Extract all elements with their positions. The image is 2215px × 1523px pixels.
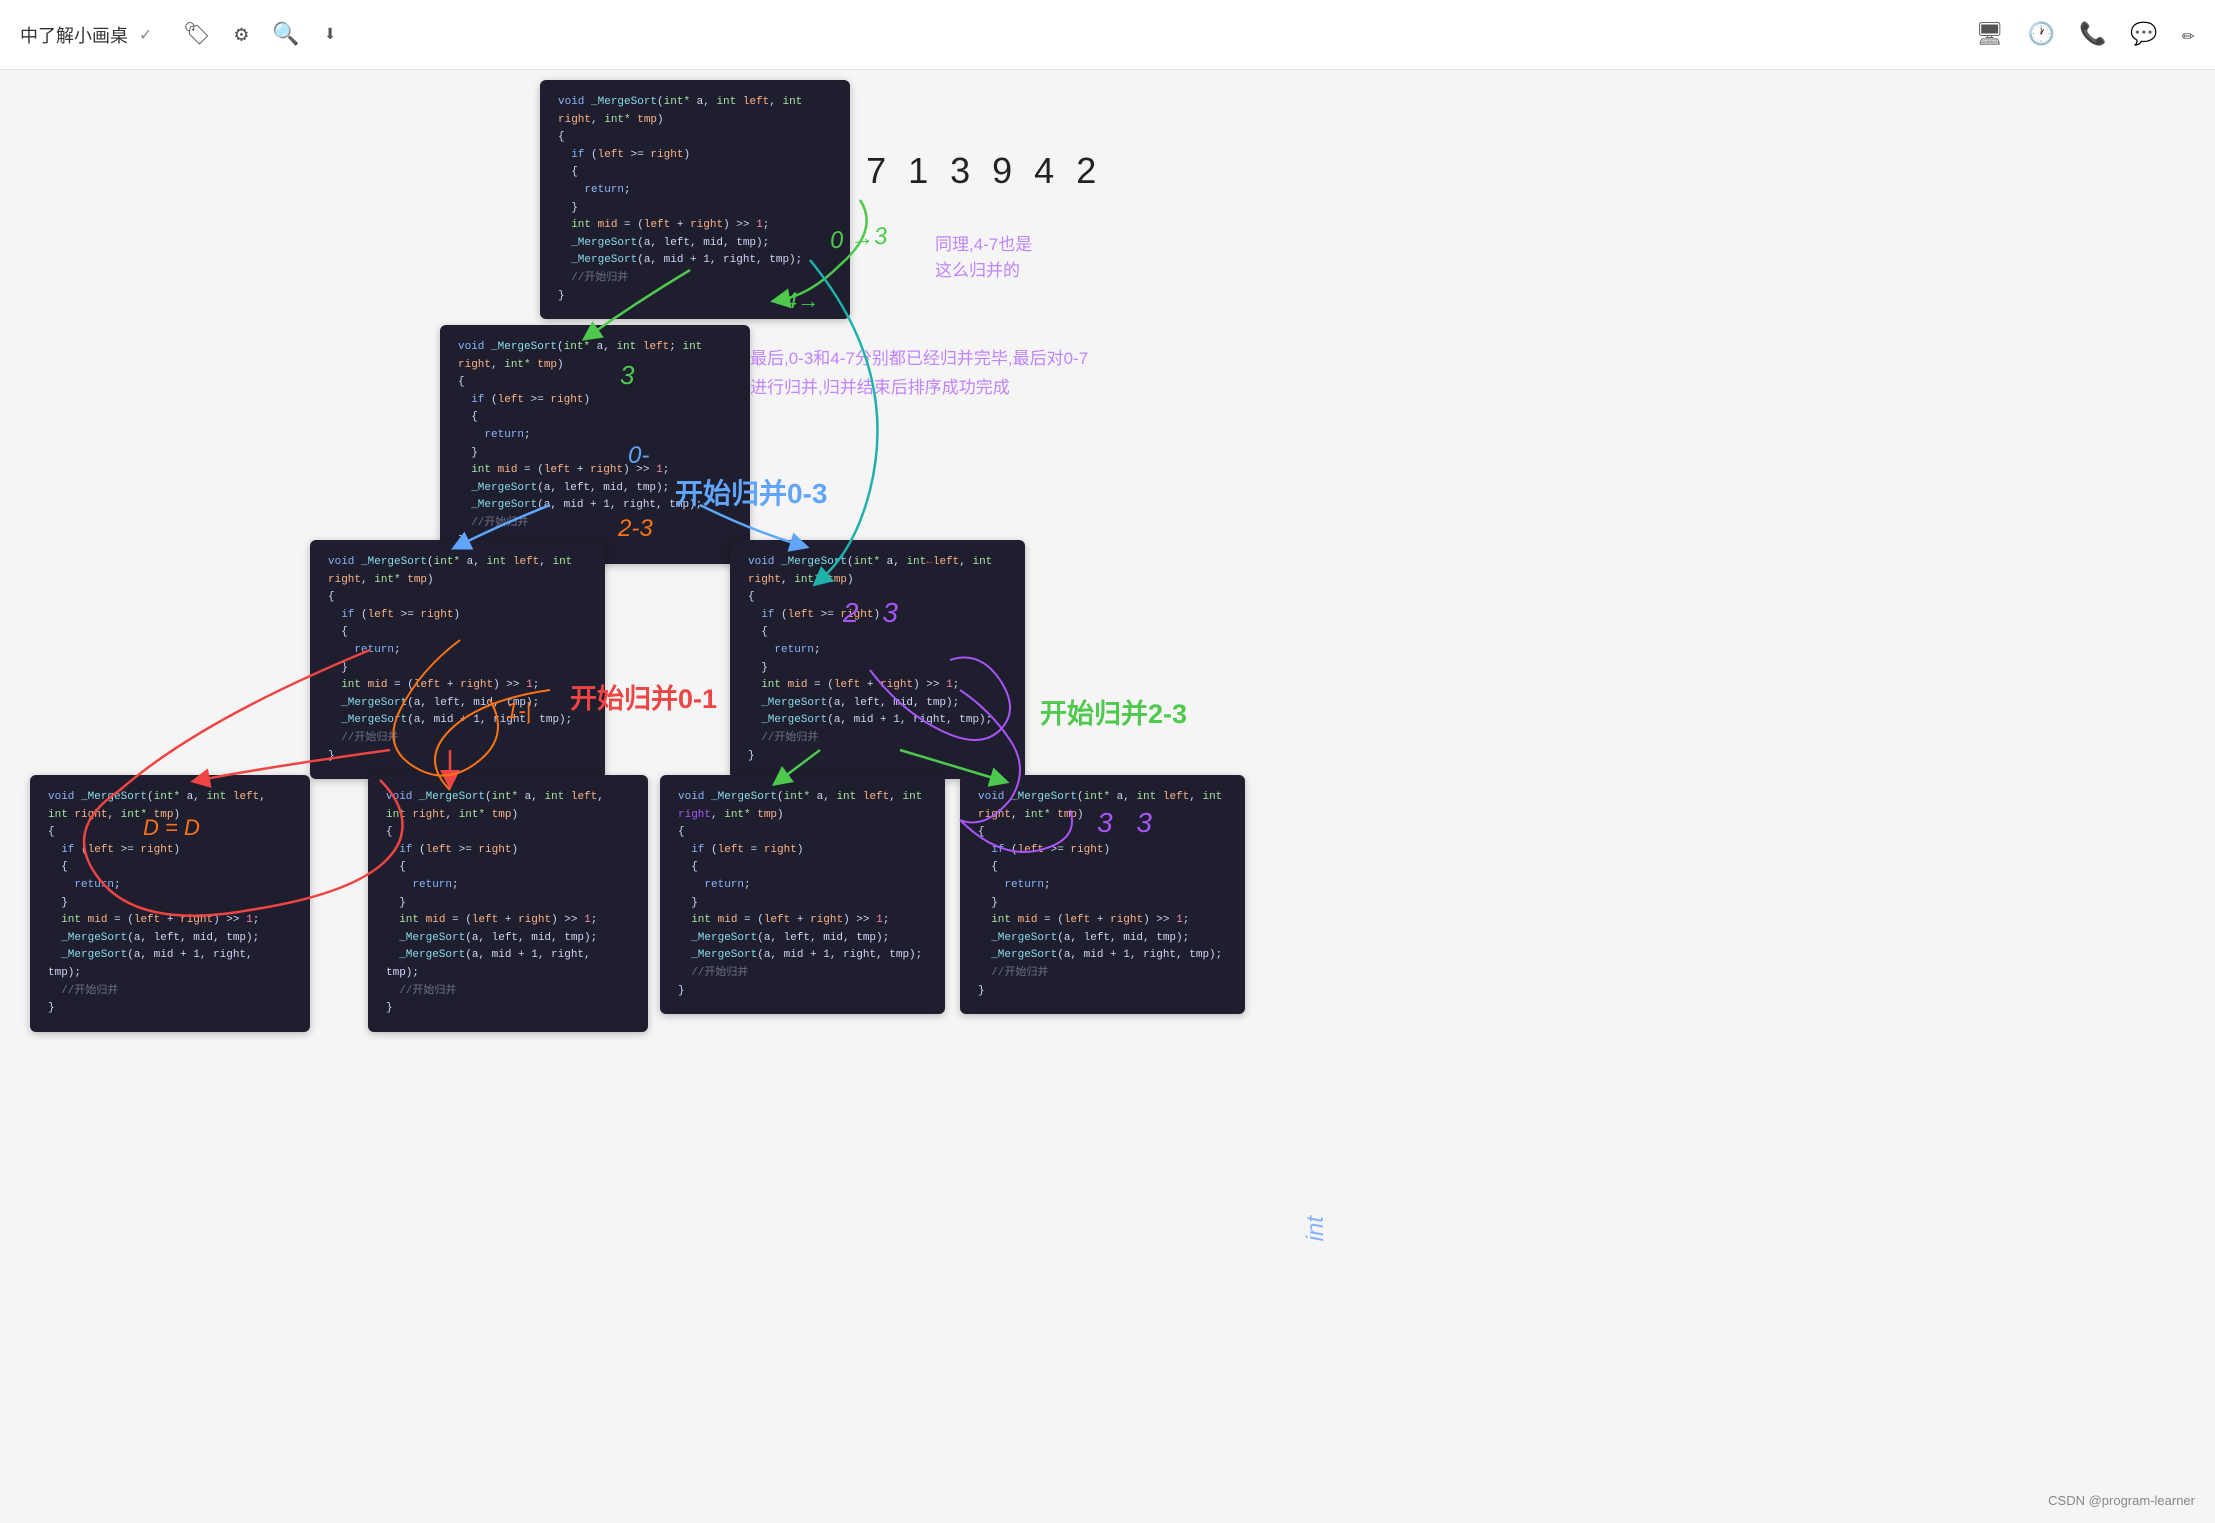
monitor-icon[interactable]: 🖥 (1976, 22, 2004, 48)
annotation-zuihou: 最后,0-3和4-7分别都已经归并完毕,最后对0-7进行归并,归并结束后排序成功… (750, 345, 1088, 403)
toolbar: 中了解小画桌 ✓ 🏷 ⚙ 🔍 ⬇ 🖥 🕐 📞 💬 ✏ (0, 0, 2215, 70)
clock-icon[interactable]: 🕐 (2028, 22, 2055, 48)
annotation-int: int (1302, 1216, 1330, 1241)
search-icon[interactable]: 🔍 (272, 22, 299, 48)
toolbar-right: 🖥 🕐 📞 💬 ✏ (1976, 22, 2195, 48)
code-card-top: void _MergeSort(int* a, int left, int ri… (540, 80, 850, 319)
toolbar-left: 中了解小画桌 ✓ 🏷 ⚙ 🔍 ⬇ (20, 22, 337, 48)
code-card-far-right: void _MergeSort(int* a, int left, int ri… (960, 775, 1245, 1014)
code-card-mid-top: void _MergeSort(int* a, int left; int ri… (440, 325, 750, 564)
settings-icon[interactable]: ⚙ (235, 22, 248, 48)
check-icon: ✓ (140, 24, 151, 46)
csdn-watermark: CSDN @program-learner (2048, 1493, 2195, 1508)
download-icon[interactable]: ⬇ (323, 22, 336, 48)
code-card-center-right: void _MergeSort(int* a, int left, int ri… (660, 775, 945, 1014)
code-card-left-mid: void _MergeSort(int* a, int left, int ri… (310, 540, 605, 779)
annotation-tongli: 同理,4-7也是这么归并的 (935, 232, 1032, 283)
annotation-merge23: 开始归并2-3 (1040, 692, 1187, 731)
code-card-right-mid: void _MergeSort(int* a, int←left, int ri… (730, 540, 1025, 779)
code-card-center-left: void _MergeSort(int* a, int left, int ri… (368, 775, 648, 1032)
app-title: 中了解小画桌 (20, 22, 128, 48)
code-card-far-left: void _MergeSort(int* a, int left, int ri… (30, 775, 310, 1032)
pen-icon[interactable]: ✏ (2182, 22, 2195, 48)
chat-icon[interactable]: 💬 (2130, 22, 2157, 48)
canvas-area: 1 0 6 7 1 3 9 4 2 void _MergeSort(int* a… (0, 70, 2215, 1523)
tag-icon[interactable]: 🏷 (183, 22, 211, 48)
toolbar-actions: 🏷 ⚙ 🔍 ⬇ (183, 22, 337, 48)
phone-icon[interactable]: 📞 (2079, 22, 2106, 48)
